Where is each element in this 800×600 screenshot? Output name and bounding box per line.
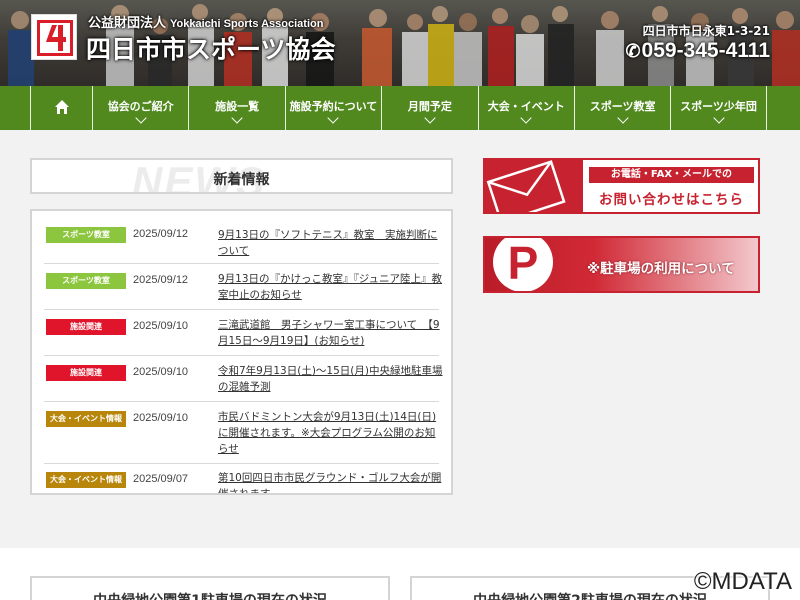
nav-home[interactable] bbox=[30, 86, 92, 130]
contact-banner-image bbox=[485, 160, 583, 212]
category-badge: 大会・イベント情報 bbox=[46, 472, 126, 488]
nav-item-about[interactable]: 協会のご紹介 bbox=[92, 86, 188, 130]
category-badge: 施設関連 bbox=[46, 319, 126, 335]
nav-item-classes[interactable]: スポーツ教室 bbox=[573, 86, 670, 130]
chevron-down-icon bbox=[712, 112, 725, 124]
list-item: 施設関連 2025/09/10 三滝武道館 男子シャワー室工事について 【9月1… bbox=[44, 310, 440, 356]
contact-line2: お問い合わせはこちら bbox=[599, 192, 744, 208]
list-item: スポーツ教室 2025/09/12 9月13日の『ソフトテニス』教室 実施判断に… bbox=[44, 217, 439, 264]
news-section-header: NEWS 新着情報 bbox=[30, 158, 453, 194]
watermark: ©MDATA bbox=[693, 568, 792, 595]
phone-icon: ✆ bbox=[625, 41, 641, 61]
news-date: 2025/09/12 bbox=[133, 274, 189, 286]
chevron-down-icon bbox=[520, 112, 532, 124]
site-logo[interactable] bbox=[31, 14, 77, 60]
nav-item-youth-club[interactable]: スポーツ少年団 bbox=[670, 86, 767, 130]
list-item: 施設関連 2025/09/10 令和7年9月13日(土)～15日(月)中央緑地駐… bbox=[44, 356, 442, 402]
org-name[interactable]: 四日市市スポーツ協会 bbox=[86, 30, 336, 66]
list-item: 大会・イベント情報 2025/09/10 市民バドミントン大会が9月13日(土)… bbox=[44, 402, 439, 464]
nav-item-facilities[interactable]: 施設一覧 bbox=[188, 86, 284, 130]
nav-item-events[interactable]: 大会・イベント bbox=[477, 86, 574, 130]
parking-text: ※駐車場の利用について bbox=[587, 261, 735, 277]
list-item: スポーツ教室 2025/09/12 9月13日の『かけっこ教室』『ジュニア陸上』… bbox=[44, 264, 442, 310]
news-date: 2025/09/07 bbox=[133, 473, 189, 485]
news-link[interactable]: 三滝武道館 男子シャワー室工事について 【9月15日～9月19日】(お知らせ) bbox=[218, 317, 443, 349]
parking-banner[interactable]: P ※駐車場の利用について bbox=[483, 236, 760, 293]
news-link[interactable]: 第10回四日市市民グラウンド・ゴルフ大会が開催されます bbox=[218, 470, 443, 493]
chevron-down-icon bbox=[327, 112, 340, 124]
chevron-down-icon bbox=[135, 112, 147, 124]
chevron-down-icon bbox=[616, 112, 629, 124]
nav-item-reservation[interactable]: 施設予約について bbox=[284, 86, 381, 130]
news-link[interactable]: 9月13日の『かけっこ教室』『ジュニア陸上』教室中止のお知らせ bbox=[218, 271, 443, 303]
news-date: 2025/09/10 bbox=[133, 412, 189, 424]
chevron-down-icon bbox=[424, 112, 436, 124]
contact-banner[interactable]: お電話・FAX・メールでの お問い合わせはこちら bbox=[483, 158, 760, 214]
site-header: 公益財団法人 Yokkaichi Sports Association 四日市市ス… bbox=[0, 0, 800, 86]
news-date: 2025/09/10 bbox=[133, 320, 189, 332]
parking-status-card-1[interactable]: 中央緑地公園第1駐車場の現在の状況 bbox=[30, 576, 390, 600]
home-icon bbox=[55, 100, 69, 114]
news-date: 2025/09/12 bbox=[133, 228, 189, 240]
news-link[interactable]: 令和7年9月13日(土)～15日(月)中央緑地駐車場の混雑予測 bbox=[218, 363, 443, 395]
category-badge: スポーツ教室 bbox=[46, 273, 126, 289]
red-cross-4-logo-icon bbox=[37, 20, 73, 56]
nav-label: 施設予約について bbox=[289, 100, 378, 113]
envelope-icon bbox=[486, 160, 566, 212]
news-link[interactable]: 9月13日の『ソフトテニス』教室 実施判断について bbox=[218, 227, 443, 259]
category-badge: 大会・イベント情報 bbox=[46, 411, 126, 427]
main-nav: 協会のご紹介 施設一覧 施設予約について 月間予定 大会・イベント スポーツ教室… bbox=[0, 86, 800, 130]
list-item: 大会・イベント情報 2025/09/07 第10回四日市市民グラウンド・ゴルフ大… bbox=[44, 464, 441, 493]
nav-item-monthly[interactable]: 月間予定 bbox=[381, 86, 477, 130]
news-list[interactable]: スポーツ教室 2025/09/12 9月13日の『ソフトテニス』教室 実施判断に… bbox=[30, 209, 453, 495]
org-type-label: 公益財団法人 Yokkaichi Sports Association bbox=[88, 16, 324, 31]
news-title: 新着情報 bbox=[213, 172, 270, 188]
chevron-down-icon bbox=[231, 112, 243, 124]
category-badge: 施設関連 bbox=[46, 365, 126, 381]
parking-icon: P bbox=[493, 238, 553, 291]
address-text: 四日市市日永東1-3-21 bbox=[642, 24, 770, 38]
news-link[interactable]: 市民バドミントン大会が9月13日(土)14日(日)に開催されます。※大会プログラ… bbox=[218, 409, 443, 457]
phone-number[interactable]: ✆059-345-4111 bbox=[626, 39, 770, 63]
category-badge: スポーツ教室 bbox=[46, 227, 126, 243]
news-date: 2025/09/10 bbox=[133, 366, 189, 378]
contact-line1: お電話・FAX・メールでの bbox=[589, 167, 754, 183]
parking-status-title-1: 中央緑地公園第1駐車場の現在の状況 bbox=[32, 590, 388, 600]
